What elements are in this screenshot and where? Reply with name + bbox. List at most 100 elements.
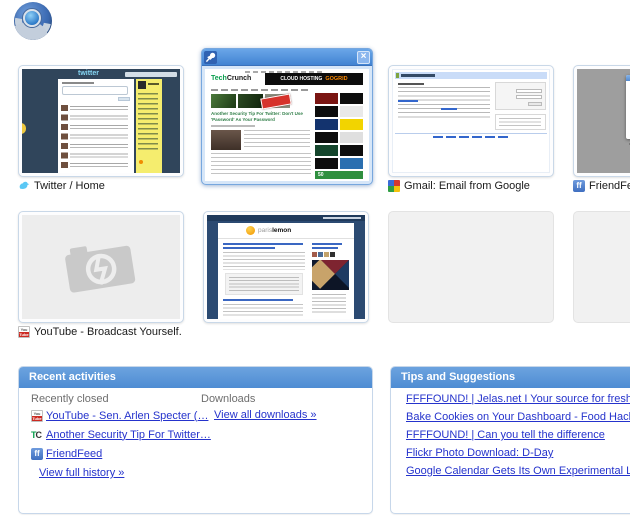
selected-thumbnail-titlebar: × [202, 49, 372, 66]
close-icon: × [360, 51, 367, 62]
twitter-sidebar [136, 79, 162, 173]
pin-button[interactable] [204, 51, 217, 64]
recently-closed-item[interactable]: You Tube YouTube - Sen. Arlen Specter (… [31, 409, 211, 422]
view-full-history-link[interactable]: View full history » [39, 467, 124, 479]
gmail-screenshot [392, 69, 550, 173]
tips-list: FFFFOUND! | Jelas.net I Your source for … [406, 393, 630, 483]
tip-link[interactable]: FFFFOUND! | Jelas.net I Your source for … [406, 393, 630, 406]
twitter-feed-column [58, 79, 134, 173]
gmail-text-lines [398, 87, 490, 119]
close-button[interactable]: × [357, 51, 370, 64]
twitter-tweet-lines [70, 106, 128, 171]
youtube-screenshot-placeholder [22, 215, 180, 319]
pl-sidebar-link-2 [312, 247, 338, 249]
twitter-avatars [61, 105, 68, 171]
ff-window [626, 75, 630, 139]
twitter-favicon [19, 181, 30, 189]
thumbnail-techcrunch-selected[interactable]: × TechCrunch CLOUD HOSTING GOGRID Another… [201, 48, 373, 185]
youtube-favicon: You Tube [31, 409, 43, 422]
pl-headline-1b [223, 247, 275, 249]
tc-sidebar-badge: 50 [315, 171, 363, 179]
pl-sun-logo [246, 226, 255, 235]
downloads-column: Downloads View all downloads » [201, 393, 317, 421]
tip-link[interactable]: Bake Cookies on Your Dashboard - Food Ha… [406, 411, 630, 424]
gmail-header-bar [395, 72, 547, 79]
recently-closed-link[interactable]: FriendFeed [46, 448, 102, 460]
thumbnail-label-text: Gmail: Email from Google [404, 179, 530, 192]
tips-panel: Tips and Suggestions FFFFOUND! | Jelas.n… [390, 366, 630, 514]
pl-quote-box [225, 273, 303, 295]
gmail-signin-box [495, 82, 546, 110]
friendfeed-screenshot [577, 69, 630, 173]
tc-logo: TechCrunch [211, 75, 252, 82]
thumbnail-label-friendfeed[interactable]: ff FriendFeed [573, 179, 630, 192]
thumbnail-empty-2 [573, 211, 630, 323]
thumbnail-parislemon[interactable]: parislemon [203, 211, 369, 323]
tips-header: Tips and Suggestions [391, 367, 630, 388]
gmail-green-mark [396, 73, 399, 78]
recently-closed-link[interactable]: YouTube - Sen. Arlen Specter (… [46, 410, 208, 422]
tc-headline: Another Security Tip For Twitter: Don't … [211, 111, 303, 122]
pl-text-lines-2 [223, 304, 303, 316]
parislemon-screenshot: parislemon [207, 215, 365, 319]
gmail-footer-links [433, 136, 511, 138]
tc-subnav [211, 89, 311, 91]
recently-closed-link[interactable]: Another Security Tip For Twitter… [46, 429, 211, 441]
gmail-heading-line [398, 83, 424, 85]
thumbnail-youtube[interactable] [18, 211, 184, 323]
pl-logo-text: parislemon [258, 227, 292, 234]
friendfeed-favicon: ff [573, 179, 585, 192]
broken-camera-icon [65, 245, 136, 293]
thumbnail-twitter[interactable]: twitter [18, 65, 184, 177]
tip-link[interactable]: Flickr Photo Download: D-Day [406, 447, 630, 460]
tc-ad-banner: CLOUD HOSTING GOGRID [265, 73, 363, 85]
gmail-link-dash-2 [441, 108, 457, 110]
youtube-favicon: You Tube [18, 325, 30, 338]
gmail-divider [395, 133, 547, 134]
twitter-sidebar-name [148, 83, 159, 85]
twitter-prompt-line [62, 82, 94, 84]
tc-photo-1 [211, 94, 236, 108]
gmail-secondary-box [495, 114, 546, 130]
twitter-sidebar-links [138, 93, 158, 151]
pl-top-bar [207, 215, 365, 221]
thumbnail-label-text: YouTube - Broadcast Yourself. [34, 325, 182, 338]
pl-diamond-photo [312, 260, 349, 290]
techcrunch-screenshot: TechCrunch CLOUD HOSTING GOGRID Another S… [205, 69, 369, 181]
twitter-yellow-notch [22, 123, 26, 134]
friendfeed-favicon: ff [31, 447, 43, 460]
recent-activities-header: Recent activities [19, 367, 372, 388]
pl-text-lines-1 [223, 252, 305, 270]
recently-closed-column: Recently closed You Tube YouTube - Sen. A… [31, 393, 211, 479]
thumbnail-gmail[interactable] [388, 65, 554, 177]
thumbnail-label-gmail[interactable]: Gmail: Email from Google [388, 179, 530, 192]
thumbnail-friendfeed[interactable] [573, 65, 630, 177]
twitter-logo-text: twitter [78, 70, 99, 77]
twitter-screenshot: twitter [22, 69, 180, 173]
recent-activities-panel: Recent activities Recently closed You Tub… [18, 366, 373, 514]
pl-sidebar-lines [312, 294, 346, 314]
tc-text-lines-2 [211, 153, 311, 177]
recently-closed-item[interactable]: TC Another Security Tip For Twitter… [31, 428, 211, 441]
tip-link[interactable]: FFFFOUND! | Can you tell the difference [406, 429, 630, 442]
pl-nav-line [218, 238, 354, 239]
thumbnail-label-youtube[interactable]: You Tube YouTube - Broadcast Yourself. [18, 325, 182, 338]
logo-hub [23, 9, 41, 27]
recently-closed-item[interactable]: ff FriendFeed [31, 447, 211, 460]
view-all-downloads-link[interactable]: View all downloads » [214, 409, 317, 421]
tc-byline [211, 125, 255, 127]
tc-article-image [211, 130, 241, 150]
thumbnail-label-twitter[interactable]: Twitter / Home [18, 179, 105, 192]
chromium-logo-icon [14, 2, 52, 40]
gmail-favicon [388, 179, 400, 192]
twitter-nav [125, 72, 177, 77]
tc-text-lines-1 [244, 130, 310, 150]
ff-window-titlebar [626, 75, 630, 81]
thumbnail-label-text: Twitter / Home [34, 179, 105, 192]
tc-photo-2 [238, 94, 263, 108]
tc-ad-sidebar [315, 93, 363, 169]
twitter-update-button [118, 97, 130, 101]
thumbnail-label-text: FriendFeed [589, 179, 630, 192]
tip-link[interactable]: Google Calendar Gets Its Own Experimenta… [406, 465, 630, 478]
twitter-sidebar-avatar [138, 81, 146, 89]
